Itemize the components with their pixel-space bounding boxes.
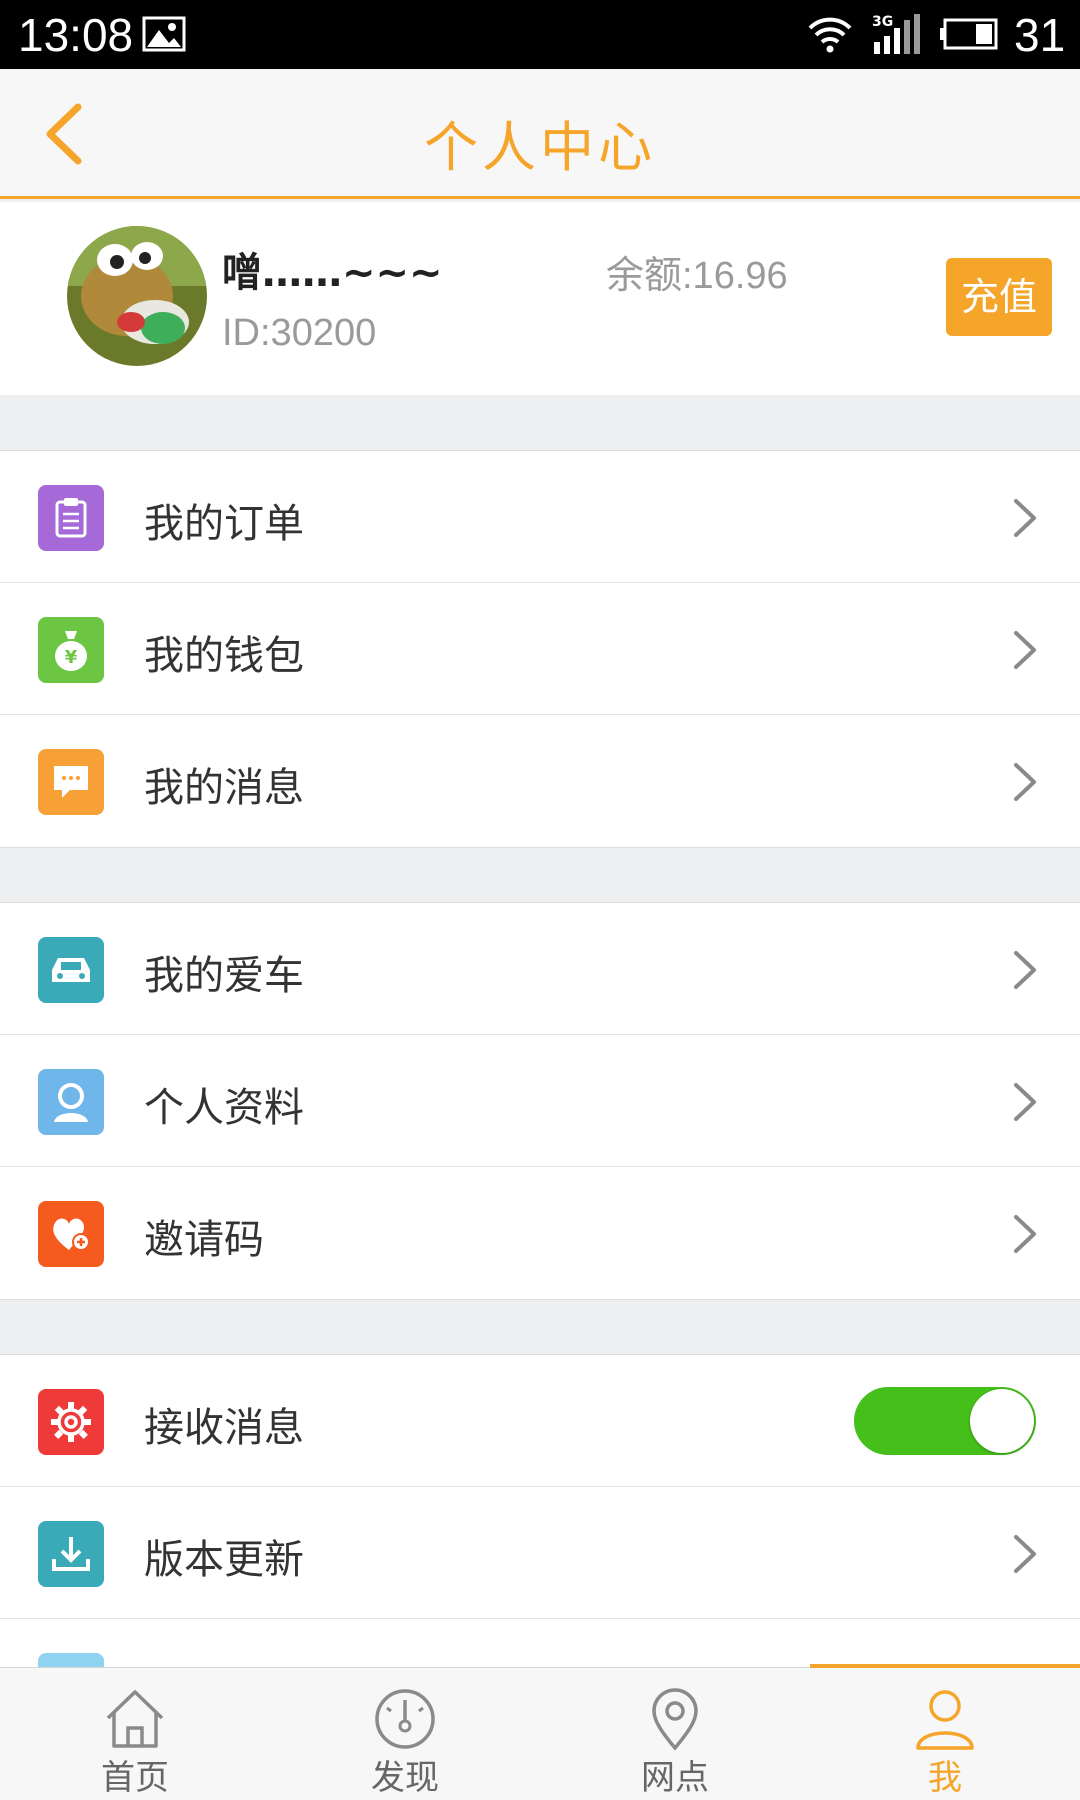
menu-item-profile[interactable]: 个人资料 <box>0 1035 1080 1167</box>
menu-item-messages[interactable]: 我的消息 <box>0 715 1080 847</box>
page-title: 个人中心 <box>424 116 656 179</box>
wifi-icon <box>808 17 852 53</box>
chevron-right-icon <box>1014 1083 1036 1121</box>
recharge-button[interactable]: 充值 <box>946 258 1052 336</box>
tab-home[interactable]: 首页 <box>0 1668 270 1800</box>
menu-item-label: 版本更新 <box>144 1537 304 1583</box>
car-icon <box>38 937 104 1003</box>
message-icon <box>38 749 104 815</box>
battery-level: 31 <box>1014 9 1066 61</box>
tab-me[interactable]: 我 <box>810 1668 1080 1800</box>
menu-item-receive-messages: 接收消息 <box>0 1355 1080 1487</box>
menu-group-3: 接收消息 版本更新 <box>0 1354 1080 1719</box>
username: 噌……~~~ <box>222 250 443 296</box>
profile-card: 噌……~~~ ID:30200 余额:16.96 充值 <box>0 202 1080 395</box>
menu-item-label: 接收消息 <box>144 1405 304 1451</box>
user-icon <box>916 1690 974 1750</box>
clipboard-icon <box>38 485 104 551</box>
menu-item-wallet[interactable]: ¥ 我的钱包 <box>0 583 1080 715</box>
avatar[interactable] <box>67 226 207 366</box>
menu-item-version-update[interactable]: 版本更新 <box>0 1487 1080 1619</box>
home-icon <box>106 1690 164 1748</box>
signal-icon: 3G <box>872 14 920 54</box>
menu-item-invite-code[interactable]: 邀请码 <box>0 1167 1080 1299</box>
menu-item-label: 我的钱包 <box>144 633 304 679</box>
svg-text:¥: ¥ <box>65 647 78 668</box>
receive-messages-toggle[interactable] <box>854 1387 1036 1455</box>
chevron-right-icon <box>1014 499 1036 537</box>
balance: 余额:16.96 <box>606 255 788 297</box>
menu-item-label: 我的订单 <box>144 501 304 547</box>
picture-icon <box>142 16 186 52</box>
chevron-right-icon <box>1014 631 1036 669</box>
compass-icon <box>375 1689 435 1749</box>
status-time: 13:08 <box>18 9 134 61</box>
tab-label: 我 <box>928 1758 962 1798</box>
menu-group-1: 我的订单 ¥ 我的钱包 我的消息 <box>0 450 1080 848</box>
svg-text:3G: 3G <box>872 14 893 30</box>
menu-item-label: 我的爱车 <box>144 953 304 999</box>
tab-outlets[interactable]: 网点 <box>540 1668 810 1800</box>
menu-item-label: 我的消息 <box>144 765 304 811</box>
menu-item-label: 个人资料 <box>144 1085 304 1131</box>
toggle-knob <box>970 1389 1034 1453</box>
tab-label: 发现 <box>371 1758 439 1798</box>
tab-discover[interactable]: 发现 <box>270 1668 540 1800</box>
person-icon <box>38 1069 104 1135</box>
user-id: ID:30200 <box>222 312 377 354</box>
chevron-right-icon <box>1014 1215 1036 1253</box>
menu-item-my-car[interactable]: 我的爱车 <box>0 903 1080 1035</box>
status-bar: 13:08 3G 31 <box>0 0 1080 69</box>
tab-label: 网点 <box>641 1758 709 1798</box>
menu-item-orders[interactable]: 我的订单 <box>0 451 1080 583</box>
chevron-right-icon <box>1014 1535 1036 1573</box>
battery-icon <box>940 18 998 50</box>
location-pin-icon <box>652 1688 698 1751</box>
chevron-right-icon <box>1014 951 1036 989</box>
menu-item-label: 邀请码 <box>144 1217 264 1263</box>
gear-icon <box>38 1389 104 1455</box>
chevron-right-icon <box>1014 763 1036 801</box>
tab-label: 首页 <box>101 1758 169 1798</box>
money-bag-icon: ¥ <box>38 617 104 683</box>
title-bar: 个人中心 <box>0 69 1080 199</box>
heart-icon <box>38 1201 104 1267</box>
menu-group-2: 我的爱车 个人资料 邀请码 <box>0 902 1080 1300</box>
download-icon <box>38 1521 104 1587</box>
bottom-nav: 首页 发现 网点 我 <box>0 1664 1080 1800</box>
